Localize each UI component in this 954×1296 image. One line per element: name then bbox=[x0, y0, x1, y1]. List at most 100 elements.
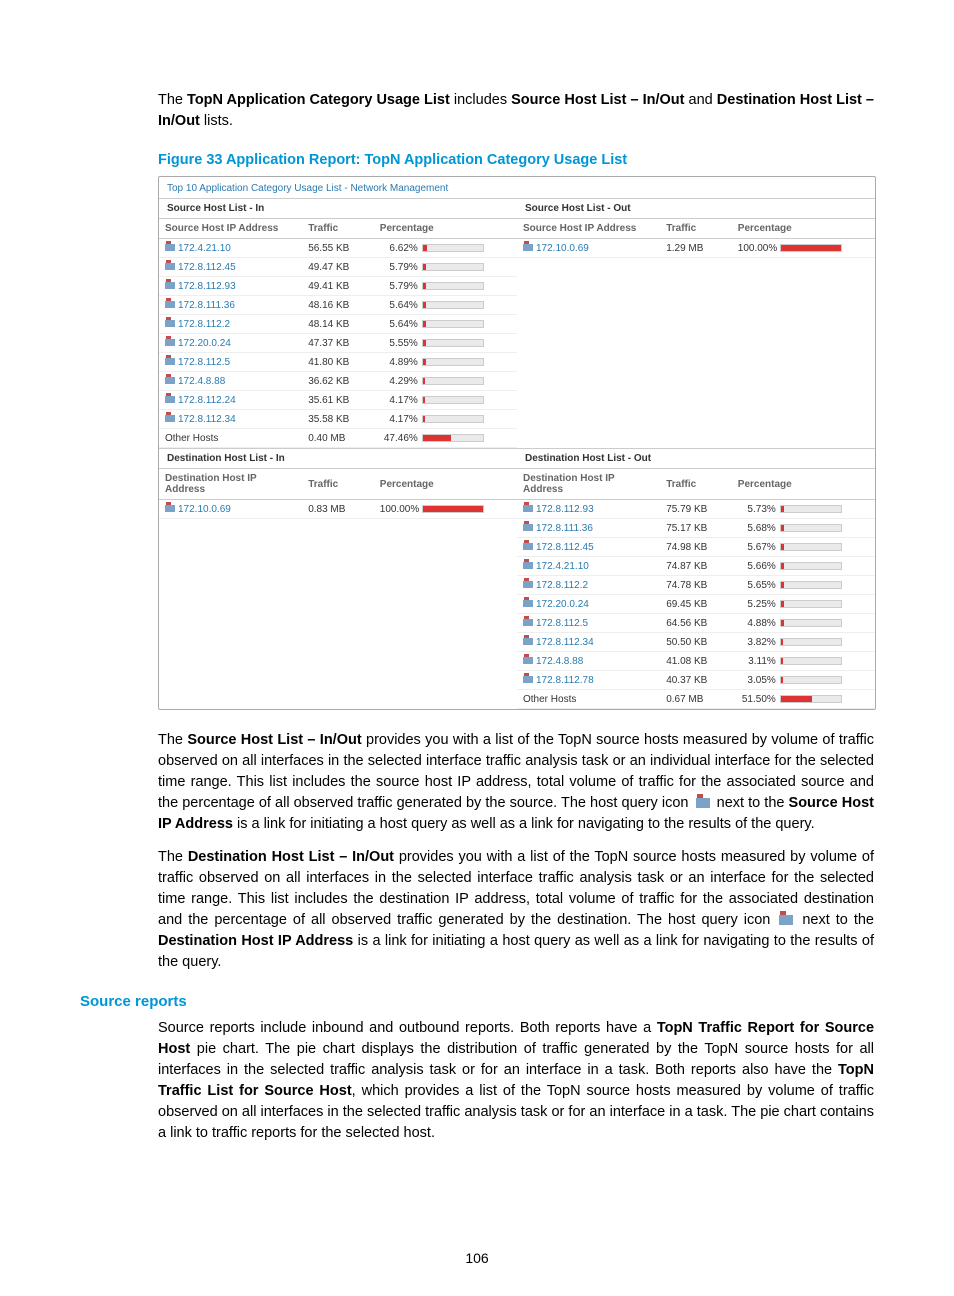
text: The bbox=[158, 92, 187, 108]
percentage-bar bbox=[780, 581, 842, 589]
dest-host-paragraph: The Destination Host List – In/Out provi… bbox=[158, 847, 874, 973]
percentage-bar bbox=[422, 301, 484, 309]
percentage-bar bbox=[780, 676, 842, 684]
ip-link[interactable]: 172.8.112.45 bbox=[178, 262, 236, 273]
screenshot-title: Top 10 Application Category Usage List -… bbox=[159, 177, 875, 199]
traffic-cell: 74.78 KB bbox=[660, 576, 732, 595]
dest-out-table: Destination Host IP Address Traffic Perc… bbox=[517, 469, 875, 709]
host-query-icon[interactable] bbox=[165, 396, 175, 403]
host-query-icon[interactable] bbox=[165, 301, 175, 308]
ip-link[interactable]: 172.20.0.24 bbox=[178, 338, 231, 349]
host-query-icon[interactable] bbox=[165, 505, 175, 512]
host-query-icon[interactable] bbox=[165, 320, 175, 327]
host-query-icon[interactable] bbox=[523, 244, 533, 251]
traffic-cell: 56.55 KB bbox=[302, 239, 374, 258]
traffic-cell: 0.40 MB bbox=[302, 429, 374, 448]
ip-link[interactable]: 172.10.0.69 bbox=[178, 504, 231, 515]
ip-link[interactable]: 172.4.8.88 bbox=[178, 376, 225, 387]
percentage-bar bbox=[422, 263, 484, 271]
table-row: 172.8.112.541.80 KB4.89% bbox=[159, 353, 517, 372]
percentage-bar bbox=[422, 282, 484, 290]
host-query-icon[interactable] bbox=[523, 619, 533, 626]
screenshot-panel: Top 10 Application Category Usage List -… bbox=[158, 176, 876, 710]
text: next to the bbox=[796, 912, 874, 928]
ip-link[interactable]: 172.10.0.69 bbox=[536, 243, 589, 254]
section-header-source-reports: Source reports bbox=[80, 993, 874, 1010]
table-row: 172.8.112.564.56 KB4.88% bbox=[517, 614, 875, 633]
table-row: 172.8.112.3435.58 KB4.17% bbox=[159, 410, 517, 429]
host-query-icon[interactable] bbox=[165, 415, 175, 422]
pct-cell: 100.00% bbox=[732, 239, 875, 258]
pct-cell: 5.55% bbox=[374, 334, 517, 353]
host-query-icon[interactable] bbox=[523, 676, 533, 683]
pct-cell: 5.67% bbox=[732, 538, 875, 557]
ip-link[interactable]: 172.8.112.93 bbox=[536, 504, 594, 515]
host-query-icon[interactable] bbox=[165, 263, 175, 270]
traffic-cell: 64.56 KB bbox=[660, 614, 732, 633]
table-row: 172.8.111.3675.17 KB5.68% bbox=[517, 519, 875, 538]
table-row: 172.8.112.2 74.78 KB5.65% bbox=[517, 576, 875, 595]
percentage-bar bbox=[422, 320, 484, 328]
traffic-cell: 74.87 KB bbox=[660, 557, 732, 576]
col-header: Traffic bbox=[660, 219, 732, 239]
host-query-icon[interactable] bbox=[523, 581, 533, 588]
text: Source reports include inbound and outbo… bbox=[158, 1020, 657, 1036]
ip-link[interactable]: 172.8.112.5 bbox=[178, 357, 230, 368]
table-row: 172.10.0.690.83 MB100.00% bbox=[159, 500, 517, 519]
host-query-icon[interactable] bbox=[165, 358, 175, 365]
host-query-icon[interactable] bbox=[165, 244, 175, 251]
pct-cell: 5.64% bbox=[374, 315, 517, 334]
col-header: Source Host IP Address bbox=[517, 219, 660, 239]
ip-link[interactable]: 172.8.111.36 bbox=[178, 300, 235, 311]
host-query-icon[interactable] bbox=[523, 524, 533, 531]
ip-link[interactable]: 172.8.111.36 bbox=[536, 523, 593, 534]
host-query-icon[interactable] bbox=[523, 638, 533, 645]
ip-link[interactable]: 172.8.112.93 bbox=[178, 281, 236, 292]
host-query-icon[interactable] bbox=[523, 562, 533, 569]
pct-cell: 5.68% bbox=[732, 519, 875, 538]
ip-link[interactable]: 172.4.8.88 bbox=[536, 656, 583, 667]
percentage-bar bbox=[780, 619, 842, 627]
ip-link[interactable]: 172.8.112.5 bbox=[536, 618, 588, 629]
text-bold: Source Host List – In/Out bbox=[511, 92, 684, 108]
ip-link[interactable]: 172.8.112.34 bbox=[536, 637, 594, 648]
host-query-icon[interactable] bbox=[165, 377, 175, 384]
table-row: 172.8.112.3450.50 KB3.82% bbox=[517, 633, 875, 652]
host-query-icon[interactable] bbox=[165, 339, 175, 346]
ip-link[interactable]: 172.8.112.2 bbox=[536, 580, 588, 591]
col-header: Percentage bbox=[374, 219, 517, 239]
pct-cell: 4.17% bbox=[374, 410, 517, 429]
host-query-icon[interactable] bbox=[523, 600, 533, 607]
percentage-bar bbox=[780, 244, 842, 252]
table-row: Other Hosts0.67 MB51.50% bbox=[517, 690, 875, 709]
host-query-icon bbox=[696, 798, 710, 808]
percentage-bar bbox=[780, 638, 842, 646]
table-row: 172.8.111.3648.16 KB5.64% bbox=[159, 296, 517, 315]
ip-link[interactable]: 172.20.0.24 bbox=[536, 599, 589, 610]
pct-cell: 5.65% bbox=[732, 576, 875, 595]
traffic-cell: 48.14 KB bbox=[302, 315, 374, 334]
host-query-icon[interactable] bbox=[523, 657, 533, 664]
host-query-icon[interactable] bbox=[523, 543, 533, 550]
percentage-bar bbox=[780, 600, 842, 608]
ip-link[interactable]: 172.8.112.24 bbox=[178, 395, 236, 406]
ip-link[interactable]: 172.8.112.2 bbox=[178, 319, 230, 330]
traffic-cell: 36.62 KB bbox=[302, 372, 374, 391]
host-query-icon[interactable] bbox=[523, 505, 533, 512]
ip-link[interactable]: 172.8.112.78 bbox=[536, 675, 594, 686]
table-row: Other Hosts0.40 MB47.46% bbox=[159, 429, 517, 448]
traffic-cell: 47.37 KB bbox=[302, 334, 374, 353]
table-row: 172.4.8.8836.62 KB4.29% bbox=[159, 372, 517, 391]
percentage-bar bbox=[422, 505, 484, 513]
source-in-table: Source Host IP Address Traffic Percentag… bbox=[159, 219, 517, 448]
ip-link[interactable]: 172.8.112.34 bbox=[178, 414, 236, 425]
host-query-icon[interactable] bbox=[165, 282, 175, 289]
host-query-icon bbox=[779, 915, 793, 925]
ip-link[interactable]: 172.8.112.45 bbox=[536, 542, 594, 553]
traffic-cell: 74.98 KB bbox=[660, 538, 732, 557]
ip-link[interactable]: 172.4.21.10 bbox=[536, 561, 589, 572]
ip-link[interactable]: 172.4.21.10 bbox=[178, 243, 231, 254]
pct-cell: 5.66% bbox=[732, 557, 875, 576]
text: Other Hosts bbox=[523, 694, 576, 705]
percentage-bar bbox=[422, 415, 484, 423]
